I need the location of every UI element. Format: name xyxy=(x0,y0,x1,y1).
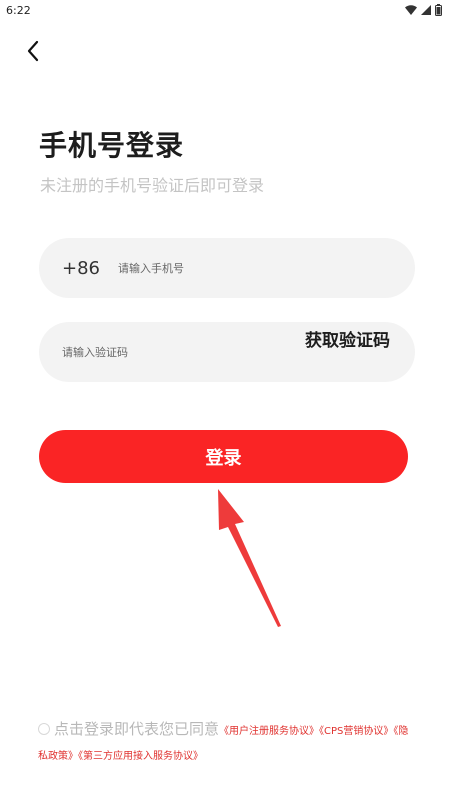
agree-checkbox[interactable] xyxy=(38,723,50,735)
agreement-text: 点击登录即代表您已同意 xyxy=(54,720,220,738)
page-title: 手机号登录 xyxy=(39,129,185,162)
login-button[interactable]: 登录 xyxy=(39,430,408,483)
signal-icon xyxy=(421,5,431,15)
phone-input[interactable] xyxy=(118,261,318,275)
status-time: 6:22 xyxy=(6,3,31,17)
back-arrow-icon xyxy=(27,40,39,62)
get-code-button[interactable]: 获取验证码 xyxy=(305,328,415,354)
battery-icon xyxy=(435,4,442,16)
wifi-icon xyxy=(405,5,417,15)
back-button[interactable] xyxy=(22,38,46,64)
agreement: 点击登录即代表您已同意《用户注册服务协议》《CPS营销协议》《隐私政策》《第三方… xyxy=(38,718,418,768)
page-subtitle: 未注册的手机号验证后即可登录 xyxy=(40,176,265,195)
status-icons xyxy=(405,4,442,16)
third-party-agreement-link[interactable]: 《第三方应用接入服务协议》 xyxy=(78,751,203,762)
phone-field[interactable]: +86 xyxy=(39,238,415,298)
user-agreement-link[interactable]: 《用户注册服务协议》 xyxy=(219,726,319,737)
status-bar: 6:22 xyxy=(0,0,454,20)
verification-code-input[interactable] xyxy=(62,345,262,359)
cps-agreement-link[interactable]: 《CPS营销协议》 xyxy=(319,726,393,737)
login-page: 6:22 手机号登录 未注册的手机号验证后即可登录 +86 获取验证码 xyxy=(0,0,454,807)
verification-code-field[interactable]: 获取验证码 xyxy=(39,322,415,382)
red-pointer-arrow xyxy=(218,489,281,627)
country-code[interactable]: +86 xyxy=(62,258,118,279)
